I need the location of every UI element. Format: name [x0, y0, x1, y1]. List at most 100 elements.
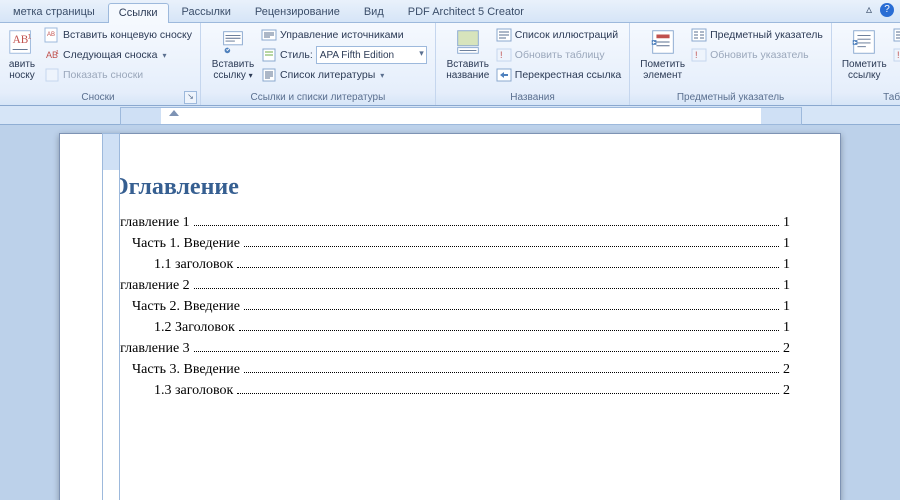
tab-review[interactable]: Рецензирование	[244, 2, 351, 22]
minimize-ribbon-icon[interactable]: ▵	[862, 3, 876, 17]
svg-text:!: !	[695, 50, 698, 60]
insert-citation-label-1: Вставить	[212, 59, 254, 70]
group-footnotes-label: Сноски	[81, 92, 114, 103]
update-toa-icon: !	[893, 47, 900, 63]
tab-view[interactable]: Вид	[353, 2, 395, 22]
insert-citation-label-2: ссылку	[213, 70, 246, 81]
next-footnote-icon: AB1	[44, 47, 60, 63]
toc-entry-page: 2	[783, 383, 790, 399]
svg-text:!: !	[500, 50, 503, 60]
insert-footnote-label-1: авить	[9, 59, 35, 70]
style-icon	[261, 47, 277, 63]
toc-entry-text: Часть 3. Введение	[132, 362, 240, 378]
toc-leader-dots	[194, 225, 779, 226]
help-icon[interactable]: ?	[880, 3, 894, 17]
update-toa-button[interactable]: ! Обновить таблицу	[891, 45, 900, 65]
group-captions: Вставить название Список иллюстраций ! О…	[436, 23, 630, 105]
group-citations-label: Ссылки и списки литературы	[207, 92, 429, 105]
group-index-label: Предметный указатель	[636, 92, 825, 105]
update-table-of-figures-button[interactable]: ! Обновить таблицу	[494, 45, 623, 65]
update-icon: !	[496, 47, 512, 63]
ruler-area	[0, 106, 900, 125]
cross-reference-button[interactable]: Перекрестная ссылка	[494, 65, 623, 85]
toc-entry[interactable]: Оглавление 3 2	[110, 341, 790, 357]
insert-caption-button[interactable]: Вставить название	[442, 25, 494, 83]
toc-leader-dots	[194, 288, 779, 289]
manage-sources-icon	[261, 27, 277, 43]
list-of-figures-icon	[496, 27, 512, 43]
vertical-ruler[interactable]	[102, 133, 120, 500]
toc-entry[interactable]: Часть 3. Введение 2	[110, 362, 790, 378]
cross-reference-icon	[496, 67, 512, 83]
mark-citation-label-1: Пометить	[842, 59, 887, 70]
toc-entry-page: 2	[783, 341, 790, 357]
show-notes-button[interactable]: Показать сноски	[42, 65, 194, 85]
toc-entry-page: 1	[783, 236, 790, 252]
bibliography-icon	[261, 67, 277, 83]
group-footnotes: AB1 авить носку AB Вставить концевую сно…	[0, 23, 201, 105]
insert-caption-label-1: Вставить	[447, 59, 489, 70]
toc-entry-page: 1	[783, 320, 790, 336]
show-notes-icon	[44, 67, 60, 83]
toc-entry[interactable]: Часть 2. Введение1	[110, 299, 790, 315]
horizontal-ruler[interactable]	[120, 107, 802, 125]
style-label: Стиль:	[280, 49, 313, 61]
toc-entry-page: 2	[783, 362, 790, 378]
mark-citation-button[interactable]: Пометить ссылку	[838, 25, 891, 83]
ribbon-tabstrip: метка страницы Ссылки Рассылки Рецензиро…	[0, 0, 900, 23]
tab-page-layout[interactable]: метка страницы	[2, 2, 106, 22]
toc-entry[interactable]: 1.3 заголовок 2	[110, 383, 790, 399]
update-index-icon: !	[691, 47, 707, 63]
toc-entry[interactable]: Часть 1. Введение1	[110, 236, 790, 252]
group-citations: Вставить ссылку ▾ Управление источниками…	[201, 23, 436, 105]
mark-entry-label-1: Пометить	[640, 59, 685, 70]
vruler-top-margin	[103, 134, 119, 170]
toc-leader-dots	[244, 246, 779, 247]
mark-entry-label-2: элемент	[643, 70, 682, 81]
toc-entry-text: 1.1 заголовок	[154, 257, 233, 273]
next-footnote-button[interactable]: AB1 Следующая сноска▾	[42, 45, 194, 65]
toc-entry[interactable]: Оглавление 21	[110, 278, 790, 294]
toc-entry[interactable]: 1.2 Заголовок 1	[110, 320, 790, 336]
toc-entry[interactable]: Оглавление 11	[110, 215, 790, 231]
toc-entry[interactable]: 1.1 заголовок 1	[110, 257, 790, 273]
insert-citation-button[interactable]: Вставить ссылку ▾	[207, 25, 259, 83]
caption-icon	[453, 27, 483, 57]
mark-index-entry-button[interactable]: Пометить элемент	[636, 25, 689, 83]
document-page[interactable]: Оглавление Оглавление 11Часть 1. Введени…	[59, 133, 841, 500]
svg-text:1: 1	[28, 33, 32, 40]
toc-entry-page: 1	[783, 257, 790, 273]
toc-entry-text: Оглавление 3	[110, 341, 190, 357]
insert-footnote-button[interactable]: AB1 авить носку	[2, 25, 42, 83]
ruler-indent-marker[interactable]	[169, 110, 179, 116]
insert-index-button[interactable]: Предметный указатель	[689, 25, 825, 45]
insert-caption-label-2: название	[446, 70, 489, 81]
tab-pdf-architect[interactable]: PDF Architect 5 Creator	[397, 2, 535, 22]
svg-text:AB: AB	[13, 34, 29, 46]
bibliography-button[interactable]: Список литературы▾	[259, 65, 429, 85]
tab-references[interactable]: Ссылки	[108, 3, 169, 23]
footnotes-launcher[interactable]: ↘	[184, 91, 197, 104]
citation-style-combo[interactable]: APA Fifth Edition	[316, 46, 427, 64]
manage-sources-button[interactable]: Управление источниками	[259, 25, 429, 45]
toc-entry-text: 1.3 заголовок	[154, 383, 233, 399]
toc-entry-text: 1.2 Заголовок	[154, 320, 235, 336]
mark-citation-label-2: ссылку	[848, 70, 881, 81]
insert-endnote-button[interactable]: AB Вставить концевую сноску	[42, 25, 194, 45]
svg-text:1: 1	[56, 50, 59, 56]
toc-leader-dots	[244, 372, 779, 373]
toc-entry-text: Оглавление 1	[110, 215, 190, 231]
group-authorities-label: Таблица ссылок	[838, 92, 900, 105]
document-area: Оглавление Оглавление 11Часть 1. Введени…	[0, 125, 900, 500]
ruler-right-margin	[761, 108, 801, 124]
toc-leader-dots	[244, 309, 779, 310]
toc-leader-dots	[239, 330, 779, 331]
insert-toa-button[interactable]: Таблица ссылок	[891, 25, 900, 45]
citation-icon	[218, 27, 248, 57]
tab-mailings[interactable]: Рассылки	[171, 2, 242, 22]
update-index-button[interactable]: ! Обновить указатель	[689, 45, 825, 65]
toc-title: Оглавление	[110, 172, 790, 201]
table-of-figures-button[interactable]: Список иллюстраций	[494, 25, 623, 45]
toc-leader-dots	[194, 351, 779, 352]
mark-citation-icon	[849, 27, 879, 57]
